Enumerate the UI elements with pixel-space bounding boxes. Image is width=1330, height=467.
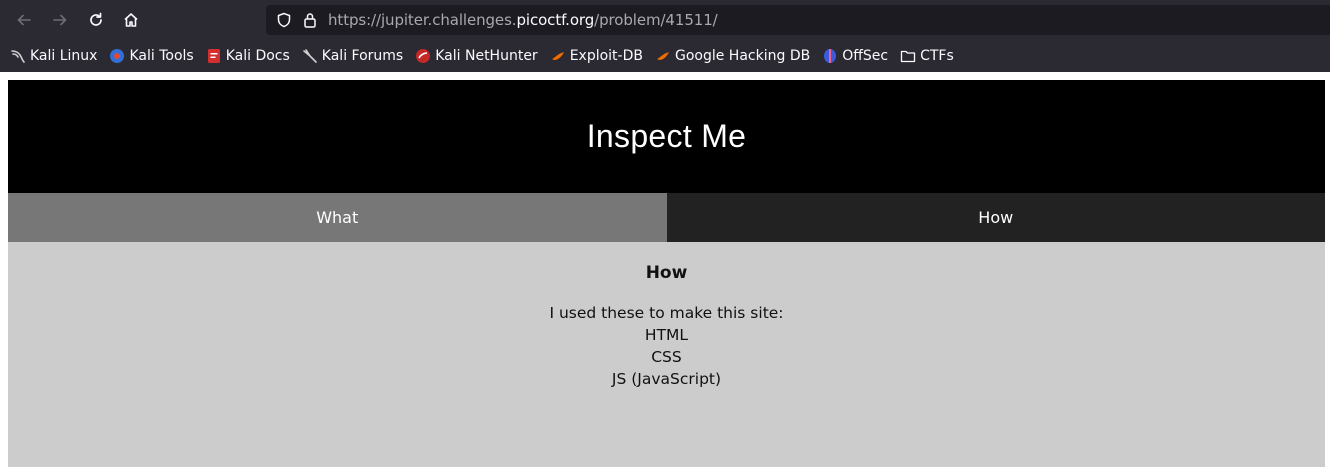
home-icon — [124, 13, 138, 27]
bookmark-label: Kali Tools — [129, 48, 194, 64]
bookmarks-toolbar: Kali Linux Kali Tools Kali Docs Kali For… — [0, 40, 1330, 72]
bookmark-label: Exploit-DB — [569, 48, 643, 64]
home-button[interactable] — [119, 8, 143, 32]
site-header: Inspect Me — [8, 80, 1325, 193]
address-bar[interactable]: https://jupiter.challenges.picoctf.org/p… — [266, 5, 1330, 35]
bookmark-offsec[interactable]: OffSec — [822, 48, 888, 64]
tab-bar: What How — [8, 193, 1325, 242]
arrow-right-icon — [53, 14, 67, 26]
forward-button[interactable] — [48, 8, 72, 32]
bookmark-label: Google Hacking DB — [674, 48, 811, 64]
web-page: Inspect Me What How How I used these to … — [8, 80, 1325, 467]
content-heading: How — [645, 263, 688, 283]
bookmark-label: Kali NetHunter — [435, 48, 538, 64]
lock-icon[interactable] — [303, 12, 317, 28]
bookmark-google-hacking-db[interactable]: Google Hacking DB — [655, 48, 810, 64]
bookmark-exploit-db[interactable]: Exploit-DB — [550, 48, 643, 64]
offsec-icon — [822, 48, 838, 64]
url-text[interactable]: https://jupiter.challenges.picoctf.org/p… — [328, 11, 718, 29]
bookmark-label: Kali Docs — [225, 48, 290, 64]
content-line: I used these to make this site: — [549, 304, 784, 322]
folder-icon — [900, 48, 916, 64]
content-line: HTML — [644, 326, 689, 344]
kali-dragon-icon — [10, 48, 26, 64]
bookmark-label: CTFs — [920, 48, 954, 64]
tab-content: How I used these to make this site: HTML… — [8, 242, 1325, 467]
bookmark-label: Kali Linux — [30, 48, 98, 64]
bookmark-kali-docs[interactable]: Kali Docs — [206, 48, 290, 64]
kali-tools-icon — [109, 48, 125, 64]
nethunter-icon — [415, 48, 431, 64]
bookmark-kali-linux[interactable]: Kali Linux — [10, 48, 97, 64]
bookmark-kali-forums[interactable]: Kali Forums — [302, 48, 403, 64]
content-line: JS (JavaScript) — [611, 370, 722, 388]
reload-button[interactable] — [84, 8, 108, 32]
bookmark-kali-tools[interactable]: Kali Tools — [109, 48, 194, 64]
url-prefix: https://jupiter.challenges. — [328, 11, 517, 29]
content-line: CSS — [651, 348, 682, 366]
bookmark-label: OffSec — [842, 48, 889, 64]
exploit-db-icon — [550, 48, 566, 64]
browser-toolbar: https://jupiter.challenges.picoctf.org/p… — [0, 0, 1330, 40]
arrow-left-icon — [17, 14, 31, 26]
content-body: I used these to make this site: HTML CSS… — [8, 302, 1325, 390]
reload-icon — [90, 12, 102, 26]
tab-what[interactable]: What — [8, 193, 667, 242]
bookmark-folder-ctfs[interactable]: CTFs — [900, 48, 954, 64]
kali-docs-icon — [206, 48, 222, 64]
tab-how[interactable]: How — [666, 193, 1325, 242]
bookmark-label: Kali Forums — [321, 48, 404, 64]
back-button[interactable] — [12, 8, 36, 32]
url-path: /problem/41511/ — [594, 11, 718, 29]
kali-forums-icon — [302, 48, 318, 64]
url-domain: picoctf.org — [516, 11, 595, 29]
bookmark-kali-nethunter[interactable]: Kali NetHunter — [415, 48, 538, 64]
page-title: Inspect Me — [586, 118, 747, 154]
shield-icon[interactable] — [276, 12, 292, 28]
ghdb-icon — [655, 48, 671, 64]
